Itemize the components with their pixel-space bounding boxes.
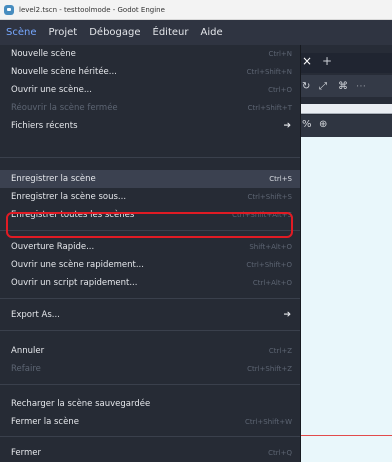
window-title: level2.tscn - testtoolmode - Godot Engin… [19,5,165,14]
annotation-highlight-box [6,212,293,238]
menu-item-quit[interactable]: Fermer Ctrl+Q [0,444,300,462]
ruler [300,104,392,114]
menu-divider [0,436,300,437]
viewport[interactable] [300,137,392,462]
menu-item-save-scene-as[interactable]: Enregistrer la scène sous... Ctrl+Shift+… [0,188,300,206]
menu-divider [0,298,300,299]
menu-item-close-scene[interactable]: Fermer la scène Ctrl+Shift+W [0,413,300,431]
window-titlebar: level2.tscn - testtoolmode - Godot Engin… [0,0,392,20]
menu-item-reopen-closed-scene[interactable]: Réouvrir la scène fermée Ctrl+Shift+T [0,99,300,117]
menu-scene[interactable]: Scène [0,20,43,45]
menu-item-undo[interactable]: Annuler Ctrl+Z [0,342,300,360]
menu-help[interactable]: Aide [194,20,228,45]
scene-tabbar [300,53,392,73]
menu-item-quick-open-scene[interactable]: Ouvrir une scène rapidement... Ctrl+Shif… [0,256,300,274]
add-node-icon[interactable]: ⊕ [319,119,327,130]
menu-item-new-scene[interactable]: Nouvelle scène Ctrl+N [0,45,300,63]
submenu-arrow-icon: ➔ [283,310,291,320]
menu-divider [0,157,300,158]
menu-item-quick-open[interactable]: Ouverture Rapide... Shift+Alt+O [0,238,300,256]
menu-project[interactable]: Projet [43,20,84,45]
menu-divider [0,330,300,331]
close-tab-icon[interactable]: × [302,54,312,68]
snap-tool-icon[interactable]: ⋯ [356,81,366,92]
bone-tool-icon[interactable]: ⌘ [338,81,348,92]
menu-item-new-inherited-scene[interactable]: Nouvelle scène héritée... Ctrl+Shift+N [0,63,300,81]
scene-dropdown-menu: Nouvelle scène Ctrl+N Nouvelle scène hér… [0,45,301,462]
menu-item-save-scene[interactable]: Enregistrer la scène Ctrl+S [0,170,300,188]
add-tab-icon[interactable]: + [322,54,332,68]
scene-toolbar [300,115,392,137]
menu-item-quick-open-script[interactable]: Ouvrir un script rapidement... Ctrl+Alt+… [0,274,300,292]
menu-item-reload-saved-scene[interactable]: Recharger la scène sauvegardée [0,395,300,413]
menubar: Scène Projet Débogage Éditeur Aide [0,20,392,45]
menu-divider [0,384,300,385]
submenu-arrow-icon: ➔ [283,121,291,131]
menu-item-redo[interactable]: Refaire Ctrl+Shift+Z [0,360,300,378]
scale-tool-icon[interactable]: ⤢ [319,81,327,92]
viewport-boundary-line [300,435,392,436]
menu-debug[interactable]: Débogage [83,20,146,45]
percent-icon[interactable]: % [302,119,312,130]
editor-area: × + ↻ ⤢ ⌘ ⋯ % ⊕ [300,45,392,462]
menu-item-export-as[interactable]: Export As... ➔ [0,306,300,324]
menu-editor[interactable]: Éditeur [147,20,195,45]
rotate-tool-icon[interactable]: ↻ [302,81,310,92]
menu-item-recent-files[interactable]: Fichiers récents ➔ [0,117,300,135]
menu-item-open-scene[interactable]: Ouvrir une scène... Ctrl+O [0,81,300,99]
godot-app-icon [4,4,14,15]
